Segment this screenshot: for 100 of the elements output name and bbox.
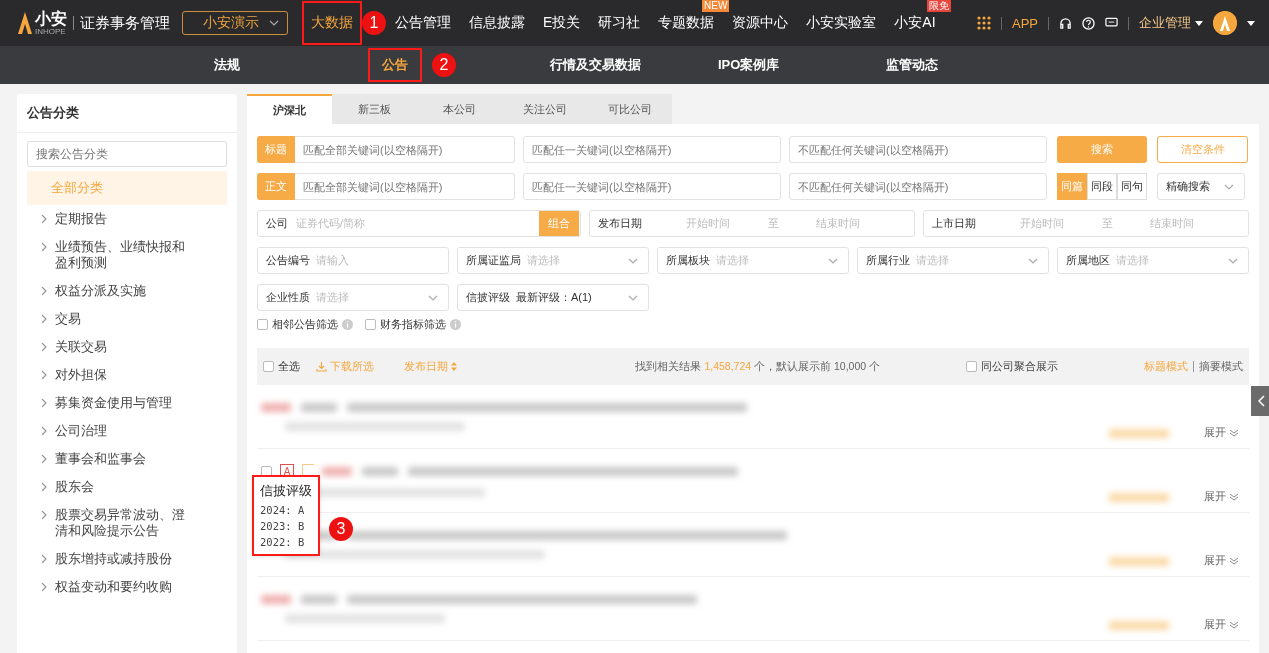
category-item[interactable]: 关联交易 [27,333,227,361]
nav-badge: NEW [702,0,730,12]
subnav-item[interactable]: 监管动态 [872,48,952,82]
expand-link[interactable]: 展开 [1204,490,1239,504]
expand-link[interactable]: 展开 [1204,554,1239,568]
select-field[interactable]: 所属地区 请选择 [1057,247,1249,274]
info-icon [342,319,353,330]
tab[interactable]: 沪深北 [247,94,332,124]
chevron-right-icon [41,426,47,436]
headset-icon[interactable] [1059,16,1072,30]
category-item[interactable]: 交易 [27,305,227,333]
chevron-right-icon [41,286,47,296]
tab[interactable]: 本公司 [417,94,502,124]
rating-line: 2022: B [260,536,306,548]
sidebar-title: 公告分类 [17,94,237,133]
tab[interactable]: 关注公司 [502,94,587,124]
keyword-field[interactable]: 不匹配任何关键词(以空格隔开) [789,173,1047,200]
field-label: 正文 [257,173,295,200]
chevron-down-icon [1229,429,1239,437]
keyword-field[interactable]: 不匹配任何关键词(以空格隔开) [789,136,1047,163]
scope-toggle[interactable]: 同句 [1117,173,1147,200]
chevron-right-icon [41,554,47,564]
callout-number: 1 [362,11,386,35]
nav-item[interactable]: 研习社 [589,13,650,33]
tooltip-title: 信披评级 [260,483,312,500]
category-item[interactable]: 权益变动和要约收购 [27,573,227,601]
scope-toggle[interactable]: 同段 [1087,173,1117,200]
checkbox[interactable] [966,361,977,372]
blurred-tag [1109,493,1169,502]
category-item[interactable]: 股东增持或减持股份 [27,545,227,573]
subnav-item[interactable]: 行情及交易数据 [536,48,655,82]
app-link[interactable]: APP [1012,15,1038,31]
category-item[interactable]: 业绩预告、业绩快报和盈利预测 [27,233,227,277]
category-item[interactable]: 股东会 [27,473,227,501]
checkbox[interactable] [257,319,268,330]
input-field[interactable]: 公告编号 请输入 [257,247,449,274]
chevron-right-icon [41,454,47,464]
org-select[interactable]: 小安演示 [182,11,288,35]
collapse-panel-button[interactable] [1251,386,1269,416]
select-field[interactable]: 信披评级 最新评级：A(1) [457,284,649,311]
view-mode-link[interactable]: 摘要模式 [1199,359,1243,374]
nav-item[interactable]: 专题数据 [649,13,724,33]
keyword-field[interactable]: 匹配全部关键词(以空格隔开) [295,136,515,163]
subnav-item[interactable]: 法规 [200,48,254,82]
field-label: 标题 [257,136,295,163]
nav-item[interactable]: E投关 [534,13,590,33]
caret-down-icon[interactable] [1247,20,1255,26]
expand-link[interactable]: 展开 [1204,618,1239,632]
info-icon [450,319,461,330]
category-item[interactable]: 权益分派及实施 [27,277,227,305]
category-item[interactable]: 公司治理 [27,417,227,445]
select-field[interactable]: 所属证监局 请选择 [457,247,649,274]
date-range-field[interactable]: 上市日期 开始时间 至 结束时间 [923,210,1249,237]
avatar[interactable] [1213,11,1237,35]
category-item[interactable]: 募集资金使用与管理 [27,389,227,417]
logo-subtitle: INHOPE [35,26,66,36]
help-icon[interactable] [1082,16,1095,30]
company-menu[interactable]: 企业管理 [1139,14,1203,32]
expand-link[interactable]: 展开 [1204,426,1239,440]
blurred-tag [1109,429,1169,438]
rating-line: 2024: A [260,504,306,516]
select-field[interactable]: 企业性质 请选择 [257,284,449,311]
chevron-right-icon [41,482,47,492]
select-field[interactable]: 所属行业 请选择 [857,247,1049,274]
checkbox[interactable] [263,361,274,372]
tab[interactable]: 可比公司 [587,94,672,124]
caret-down-icon [269,20,279,26]
category-item[interactable]: 股票交易异常波动、澄清和风险提示公告 [27,501,227,545]
category-item[interactable]: 定期报告 [27,205,227,233]
nav-item[interactable]: 公告管理 [386,13,460,33]
keyword-field[interactable]: 匹配全部关键词(以空格隔开) [295,173,515,200]
app-title: 证券事务管理 [73,16,170,30]
nav-item[interactable]: 小安AI [885,13,945,33]
chevron-down-icon [1229,493,1239,501]
nav-item[interactable]: 资源中心 [723,13,798,33]
chevron-left-icon [1257,395,1265,407]
checkbox-label: 财务指标筛选 [380,317,446,332]
chevron-right-icon [41,314,47,324]
result-summary: 找到相关结果 1,458,724 个，默认展示前 10,000 个 [635,359,880,374]
tab[interactable]: 新三板 [332,94,417,124]
search-field[interactable]: 搜索公告分类 [27,141,227,167]
blurred-tag [1109,557,1169,566]
checkbox[interactable] [365,319,376,330]
subnav-item[interactable]: IPO案例库 [704,48,794,82]
date-range-field[interactable]: 发布日期 开始时间 至 结束时间 [589,210,915,237]
nav-badge: 限免 [926,0,951,12]
message-icon[interactable] [1105,17,1118,29]
subnav-item[interactable]: 公告 [368,48,422,82]
select-field[interactable]: 所属板块 请选择 [657,247,849,274]
nav-item[interactable]: 大数据 [302,1,362,45]
keyword-field[interactable]: 匹配任一关键词(以空格隔开) [523,173,781,200]
caret-down-icon [628,294,638,301]
nav-item[interactable]: 信息披露 [460,13,534,33]
callout-number: 3 [329,517,353,541]
nav-item[interactable]: 小安实验室 [797,13,886,33]
apps-grid-icon[interactable] [977,16,991,30]
category-item[interactable]: 董事会和监事会 [27,445,227,473]
category-item[interactable]: 对外担保 [27,361,227,389]
match-mode-select[interactable]: 精确搜索 [1157,173,1245,200]
keyword-field[interactable]: 匹配任一关键词(以空格隔开) [523,136,781,163]
